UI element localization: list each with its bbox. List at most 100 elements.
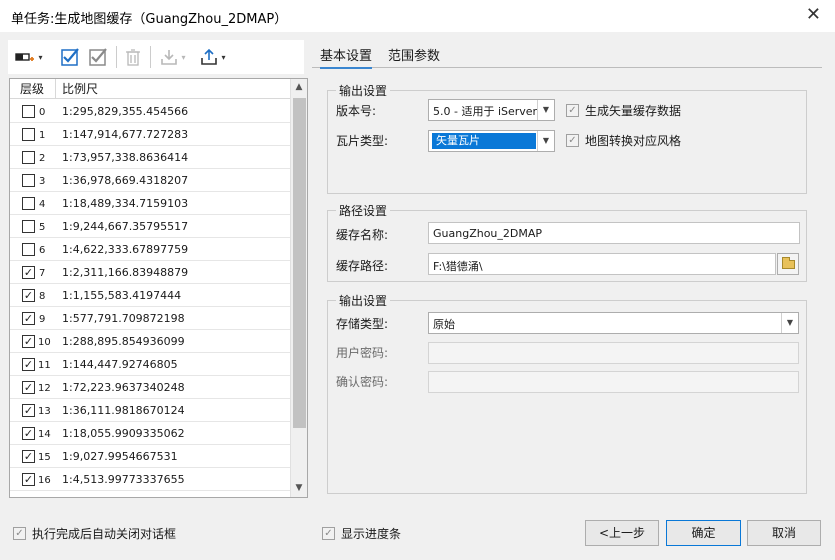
checkbox-unchecked-icon[interactable] xyxy=(22,151,35,164)
checkbox-checked-icon[interactable]: ✓ xyxy=(22,358,35,371)
list-item[interactable]: ✓ 14 1:18,055.9909335062 xyxy=(10,422,291,445)
list-item[interactable]: ✓ 15 1:9,027.9954667531 xyxy=(10,445,291,468)
checkbox-unchecked-icon[interactable] xyxy=(22,197,35,210)
checkbox-checked-icon[interactable]: ✓ xyxy=(22,427,35,440)
scale-value: 1:9,027.9954667531 xyxy=(62,450,178,463)
browse-button[interactable] xyxy=(777,253,799,275)
list-item[interactable]: 5 1:9,244,667.35795517 xyxy=(10,215,291,238)
prev-step-button[interactable]: <上一步 xyxy=(585,520,659,546)
list-item[interactable]: ✓ 8 1:1,155,583.4197444 xyxy=(10,284,291,307)
scale-value: 1:36,978,669.4318207 xyxy=(62,174,189,187)
checkbox-checked-icon[interactable]: ✓ xyxy=(22,381,35,394)
cancel-button[interactable]: 取消 xyxy=(747,520,821,546)
chevron-down-icon: ▾ xyxy=(38,52,43,62)
level-number: 9 xyxy=(39,314,46,325)
version-select[interactable]: 5.0 - 适用于 iServer ▼ xyxy=(428,99,555,121)
level-number: 3 xyxy=(39,176,46,187)
checkbox-unchecked-icon[interactable] xyxy=(22,243,35,256)
user-password-input[interactable] xyxy=(428,342,799,364)
checkbox-unchecked-icon[interactable] xyxy=(22,220,35,233)
import-button[interactable]: ▾ xyxy=(156,46,190,68)
scale-value: 1:2,311,166.83948879 xyxy=(62,266,189,279)
level-number: 16 xyxy=(38,475,51,486)
cache-path-input[interactable]: F:\猎德涌\ xyxy=(428,253,776,275)
checkbox-checked-icon[interactable]: ✓ xyxy=(22,450,35,463)
list-item[interactable]: 4 1:18,489,334.7159103 xyxy=(10,192,291,215)
level-number: 8 xyxy=(39,291,46,302)
checkbox-checked-icon[interactable]: ✓ xyxy=(22,312,35,325)
export-button[interactable]: ▾ xyxy=(196,46,230,68)
check-selected-icon xyxy=(89,48,107,66)
checkbox-unchecked-icon[interactable] xyxy=(22,105,35,118)
list-item[interactable]: ✓ 11 1:144,447.92746805 xyxy=(10,353,291,376)
checkbox-checked-icon: ✓ xyxy=(566,104,579,117)
level-number: 4 xyxy=(39,199,46,210)
list-item[interactable]: ✓ 10 1:288,895.854936099 xyxy=(10,330,291,353)
list-item[interactable]: 3 1:36,978,669.4318207 xyxy=(10,169,291,192)
checkbox-checked-icon[interactable]: ✓ xyxy=(22,266,35,279)
cache-name-input[interactable]: GuangZhou_2DMAP xyxy=(428,222,800,244)
list-item[interactable]: 2 1:73,957,338.8636414 xyxy=(10,146,291,169)
cache-path-value: F:\猎德涌\ xyxy=(433,260,483,273)
checkbox-checked-icon[interactable]: ✓ xyxy=(22,289,35,302)
checkbox-unchecked-icon[interactable] xyxy=(22,128,35,141)
check-selected-button[interactable] xyxy=(86,46,110,68)
scroll-down-icon[interactable]: ▼ xyxy=(291,480,307,497)
scale-value: 1:144,447.92746805 xyxy=(62,358,178,371)
level-number: 6 xyxy=(39,245,46,256)
list-item[interactable]: 6 1:4,622,333.67897759 xyxy=(10,238,291,261)
check-all-button[interactable] xyxy=(58,46,82,68)
storage-type-label: 存储类型: xyxy=(336,317,389,331)
confirm-password-input[interactable] xyxy=(428,371,799,393)
chevron-down-icon: ▾ xyxy=(181,52,186,62)
level-number: 2 xyxy=(39,153,46,164)
storage-type-value: 原始 xyxy=(433,318,455,331)
checkbox-checked-icon[interactable]: ✓ xyxy=(22,335,35,348)
chevron-down-icon: ▾ xyxy=(221,52,226,62)
list-item[interactable]: ✓ 13 1:36,111.9818670124 xyxy=(10,399,291,422)
list-item[interactable]: ✓ 7 1:2,311,166.83948879 xyxy=(10,261,291,284)
list-item[interactable]: ✓ 12 1:72,223.9637340248 xyxy=(10,376,291,399)
level-number: 10 xyxy=(38,337,51,348)
scale-value: 1:147,914,677.727283 xyxy=(62,128,189,141)
map-style-convert-checkbox[interactable]: ✓ 地图转换对应风格 xyxy=(566,132,681,149)
scale-value: 1:9,244,667.35795517 xyxy=(62,220,189,233)
column-header-scale[interactable]: 比例尺 xyxy=(56,79,98,98)
scale-value: 1:577,791.709872198 xyxy=(62,312,185,325)
chevron-down-icon: ▼ xyxy=(781,313,798,333)
scale-value: 1:4,622,333.67897759 xyxy=(62,243,189,256)
list-item[interactable]: 0 1:295,829,355.454566 xyxy=(10,100,291,123)
checkbox-unchecked-icon[interactable] xyxy=(22,174,35,187)
show-progress-checkbox[interactable]: ✓ 显示进度条 xyxy=(322,525,401,542)
checkbox-checked-icon: ✓ xyxy=(322,527,335,540)
scale-value: 1:73,957,338.8636414 xyxy=(62,151,189,164)
delete-button[interactable] xyxy=(122,46,144,68)
tile-type-select[interactable]: 矢量瓦片 ▼ xyxy=(428,130,555,152)
level-number: 11 xyxy=(38,360,51,371)
export-icon xyxy=(201,48,218,65)
column-header-level[interactable]: 层级 xyxy=(10,79,56,98)
scale-value: 1:295,829,355.454566 xyxy=(62,105,189,118)
list-rows: 0 1:295,829,355.454566 1 1:147,914,677.7272… xyxy=(10,100,291,497)
level-number: 7 xyxy=(39,268,46,279)
tab-basic-settings[interactable]: 基本设置 xyxy=(320,45,373,69)
storage-type-select[interactable]: 原始 ▼ xyxy=(428,312,799,334)
scale-value: 1:4,513.99773337655 xyxy=(62,473,185,486)
checkbox-checked-icon[interactable]: ✓ xyxy=(22,404,35,417)
level-number: 15 xyxy=(38,452,51,463)
level-number: 1 xyxy=(39,130,46,141)
list-item[interactable]: 1 1:147,914,677.727283 xyxy=(10,123,291,146)
close-icon[interactable]: ✕ xyxy=(806,4,821,25)
tab-range-params[interactable]: 范围参数 xyxy=(388,45,440,64)
auto-close-checkbox[interactable]: ✓ 执行完成后自动关闭对话框 xyxy=(13,525,176,542)
levels-list[interactable]: 层级 比例尺 0 1:295,829,355.454566 1 1:147,914,6… xyxy=(9,78,308,498)
scroll-up-icon[interactable]: ▲ xyxy=(291,79,307,96)
list-scrollbar[interactable]: ▲ ▼ xyxy=(290,79,307,497)
scroll-thumb[interactable] xyxy=(293,98,306,428)
gen-vector-cache-checkbox[interactable]: ✓ 生成矢量缓存数据 xyxy=(566,102,681,119)
list-item[interactable]: ✓ 9 1:577,791.709872198 xyxy=(10,307,291,330)
checkbox-checked-icon[interactable]: ✓ xyxy=(22,473,35,486)
ok-button[interactable]: 确定 xyxy=(666,520,741,546)
list-item[interactable]: ✓ 16 1:4,513.99773337655 xyxy=(10,468,291,491)
select-layer-button[interactable]: ▾ xyxy=(12,46,46,68)
